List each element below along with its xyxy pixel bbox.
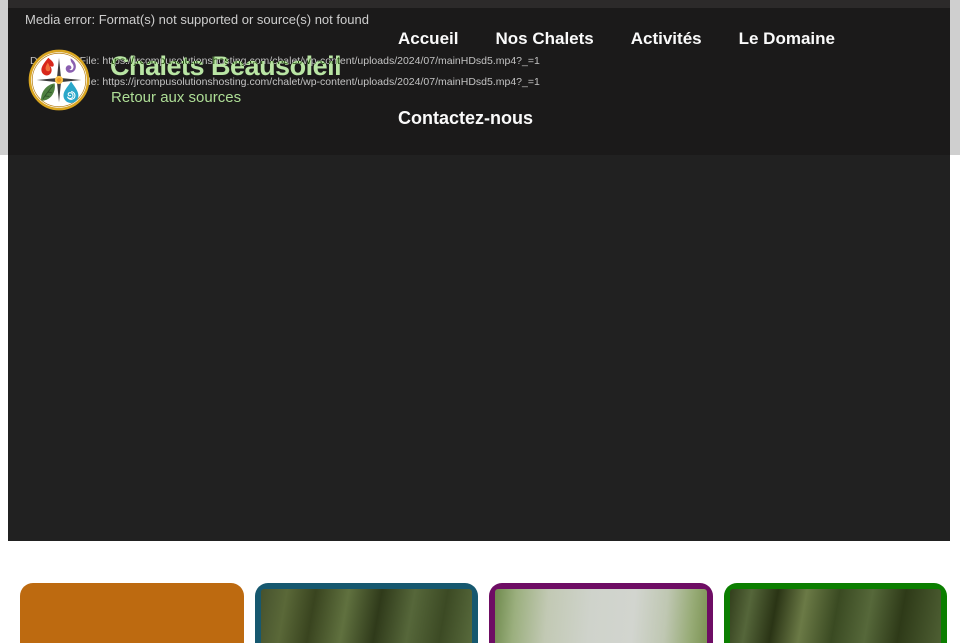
nav-item-le-domaine[interactable]: Le Domaine bbox=[739, 29, 835, 49]
chalet-card-purple[interactable] bbox=[489, 583, 713, 643]
nav-item-activites[interactable]: Activités bbox=[631, 29, 702, 49]
chalet-card-image bbox=[261, 589, 473, 643]
chalet-card-orange[interactable] bbox=[20, 583, 244, 643]
main-nav: Accueil Nos Chalets Activités Le Domaine bbox=[398, 29, 835, 49]
hero-video-player[interactable] bbox=[8, 155, 950, 541]
chalet-card-image bbox=[495, 589, 707, 643]
media-error-message: Media error: Format(s) not supported or … bbox=[25, 12, 369, 27]
header-section: Media error: Format(s) not supported or … bbox=[0, 0, 960, 155]
chalet-card-green[interactable] bbox=[724, 583, 948, 643]
chalet-cards-row bbox=[0, 583, 960, 643]
header-top-strip bbox=[8, 0, 950, 8]
chalet-card-image bbox=[26, 589, 238, 643]
hero-video-section bbox=[0, 155, 960, 541]
chalet-card-image bbox=[730, 589, 942, 643]
chalet-card-teal[interactable] bbox=[255, 583, 479, 643]
site-header: Media error: Format(s) not supported or … bbox=[8, 0, 950, 155]
nav-item-nos-chalets[interactable]: Nos Chalets bbox=[495, 29, 593, 49]
nav-item-contactez-nous[interactable]: Contactez-nous bbox=[398, 108, 533, 129]
main-nav-secondary: Contactez-nous bbox=[398, 108, 533, 129]
site-logo[interactable] bbox=[28, 49, 90, 111]
nav-item-accueil[interactable]: Accueil bbox=[398, 29, 458, 49]
four-elements-icon bbox=[28, 49, 90, 111]
site-tagline[interactable]: Retour aux sources bbox=[111, 89, 241, 106]
site-title[interactable]: Chalets Beausoleil bbox=[110, 51, 341, 82]
